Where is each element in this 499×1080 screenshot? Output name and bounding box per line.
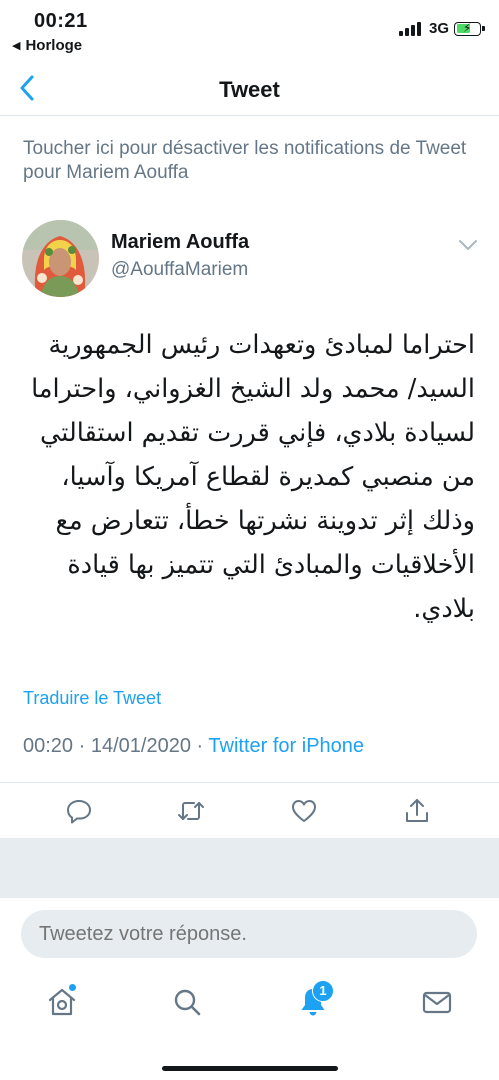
status-indicators: 3G ⚡ xyxy=(398,20,485,37)
tab-bar: 1 xyxy=(0,968,499,1080)
translate-link[interactable]: Traduire le Tweet xyxy=(23,688,161,709)
navigation-bar: Tweet xyxy=(0,62,499,116)
avatar-image xyxy=(22,220,99,297)
status-time: 00:21 xyxy=(34,10,88,32)
reply-icon xyxy=(67,800,91,824)
back-app-label: Horloge xyxy=(25,37,83,54)
tweet-time: 00:20 xyxy=(23,735,74,757)
tab-search[interactable] xyxy=(171,986,203,1018)
reply-bar xyxy=(0,898,499,968)
like-icon xyxy=(292,800,316,822)
tweet-date: 14/01/2020 xyxy=(90,735,191,757)
retweet-icon xyxy=(178,802,204,820)
page-title: Tweet xyxy=(219,77,280,102)
tweet-meta: 00:20 · 14/01/2020 · Twitter for iPhone xyxy=(23,735,364,758)
author-name[interactable]: Mariem Aouffa xyxy=(111,231,249,254)
retweet-button[interactable] xyxy=(177,797,205,825)
avatar[interactable] xyxy=(22,220,99,297)
status-bar: 00:21 ◀ Horloge 3G ⚡ xyxy=(0,0,499,60)
back-to-app-link[interactable]: ◀ Horloge xyxy=(12,37,82,54)
tweet-actions xyxy=(0,782,499,838)
notification-badge: 1 xyxy=(312,980,334,1002)
share-button[interactable] xyxy=(403,797,431,825)
new-content-dot xyxy=(68,983,77,992)
like-button[interactable] xyxy=(290,797,318,825)
share-icon xyxy=(406,799,428,822)
tweet-source-link[interactable]: Twitter for iPhone xyxy=(208,735,364,757)
tweet-options-button[interactable] xyxy=(457,237,479,253)
tab-notifications[interactable]: 1 xyxy=(297,980,334,1018)
search-icon xyxy=(174,989,201,1016)
reply-input[interactable] xyxy=(21,910,477,958)
tab-home[interactable] xyxy=(46,983,78,1018)
battery-icon: ⚡ xyxy=(454,21,485,36)
content-spacer xyxy=(0,838,499,898)
network-type: 3G xyxy=(428,20,449,37)
chevron-down-icon xyxy=(459,240,477,250)
back-triangle-icon: ◀ xyxy=(12,40,21,52)
tab-messages[interactable] xyxy=(421,986,453,1018)
meta-separator: · xyxy=(78,735,86,757)
home-indicator[interactable] xyxy=(162,1066,338,1071)
notification-toggle[interactable]: Toucher ici pour désactiver les notifica… xyxy=(23,137,479,185)
meta-separator: · xyxy=(196,735,204,757)
messages-icon xyxy=(422,991,452,1014)
tweet-text: احتراما لمبادئ وتعهدات رئيس الجمهورية ال… xyxy=(22,330,475,624)
signal-icon xyxy=(398,21,423,36)
author-handle[interactable]: @AouffaMariem xyxy=(111,259,248,281)
reply-button[interactable] xyxy=(65,797,93,825)
